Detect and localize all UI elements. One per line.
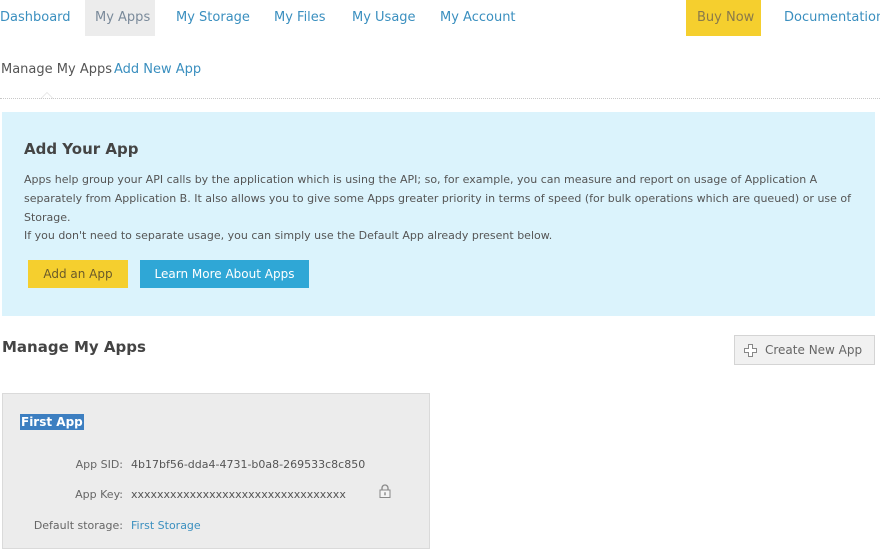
plus-icon: [744, 344, 757, 357]
add-an-app-button[interactable]: Add an App: [28, 260, 128, 288]
nav-my-files[interactable]: My Files: [274, 0, 326, 36]
create-new-app-label: Create New App: [765, 343, 863, 357]
lock-icon[interactable]: [379, 484, 391, 498]
buy-now-button[interactable]: Buy Now: [686, 0, 761, 36]
app-sid-value: 4b17bf56-dda4-4731-b0a8-269533c8c850: [131, 458, 366, 471]
manage-apps-heading: Manage My Apps: [2, 338, 146, 356]
learn-more-button[interactable]: Learn More About Apps: [140, 260, 309, 288]
subnav-add-new-app[interactable]: Add New App: [114, 56, 201, 84]
top-navigation: Dashboard My Apps My Storage My Files My…: [0, 0, 880, 36]
nav-my-apps[interactable]: My Apps: [85, 0, 155, 36]
nav-my-account[interactable]: My Account: [440, 0, 516, 36]
app-sid-row: App SID: 4b17bf56-dda4-4731-b0a8-269533c…: [3, 455, 431, 475]
default-storage-label: Default storage:: [33, 519, 123, 532]
default-storage-link[interactable]: First Storage: [131, 516, 201, 536]
info-title: Add Your App: [24, 140, 139, 158]
create-new-app-button[interactable]: Create New App: [734, 335, 875, 365]
nav-documentation[interactable]: Documentation: [784, 0, 880, 36]
app-card: First App App SID: 4b17bf56-dda4-4731-b0…: [2, 393, 430, 549]
info-default-app-note: If you don't need to separate usage, you…: [24, 229, 553, 242]
app-key-value: xxxxxxxxxxxxxxxxxxxxxxxxxxxxxxxxx: [131, 488, 346, 501]
divider: [0, 98, 880, 99]
app-key-row: App Key: xxxxxxxxxxxxxxxxxxxxxxxxxxxxxxx…: [3, 485, 431, 505]
nav-my-usage[interactable]: My Usage: [352, 0, 416, 36]
info-description: Apps help group your API calls by the ap…: [24, 173, 852, 224]
app-key-label: App Key:: [75, 488, 123, 501]
default-storage-row: Default storage: First Storage: [3, 516, 431, 536]
add-app-info-panel: Add Your App Apps help group your API ca…: [2, 112, 875, 316]
nav-dashboard[interactable]: Dashboard: [0, 0, 71, 36]
nav-my-storage[interactable]: My Storage: [176, 0, 250, 36]
app-sid-label: App SID:: [75, 458, 123, 471]
subnav-manage-my-apps[interactable]: Manage My Apps: [1, 56, 112, 84]
app-name[interactable]: First App: [20, 414, 84, 430]
